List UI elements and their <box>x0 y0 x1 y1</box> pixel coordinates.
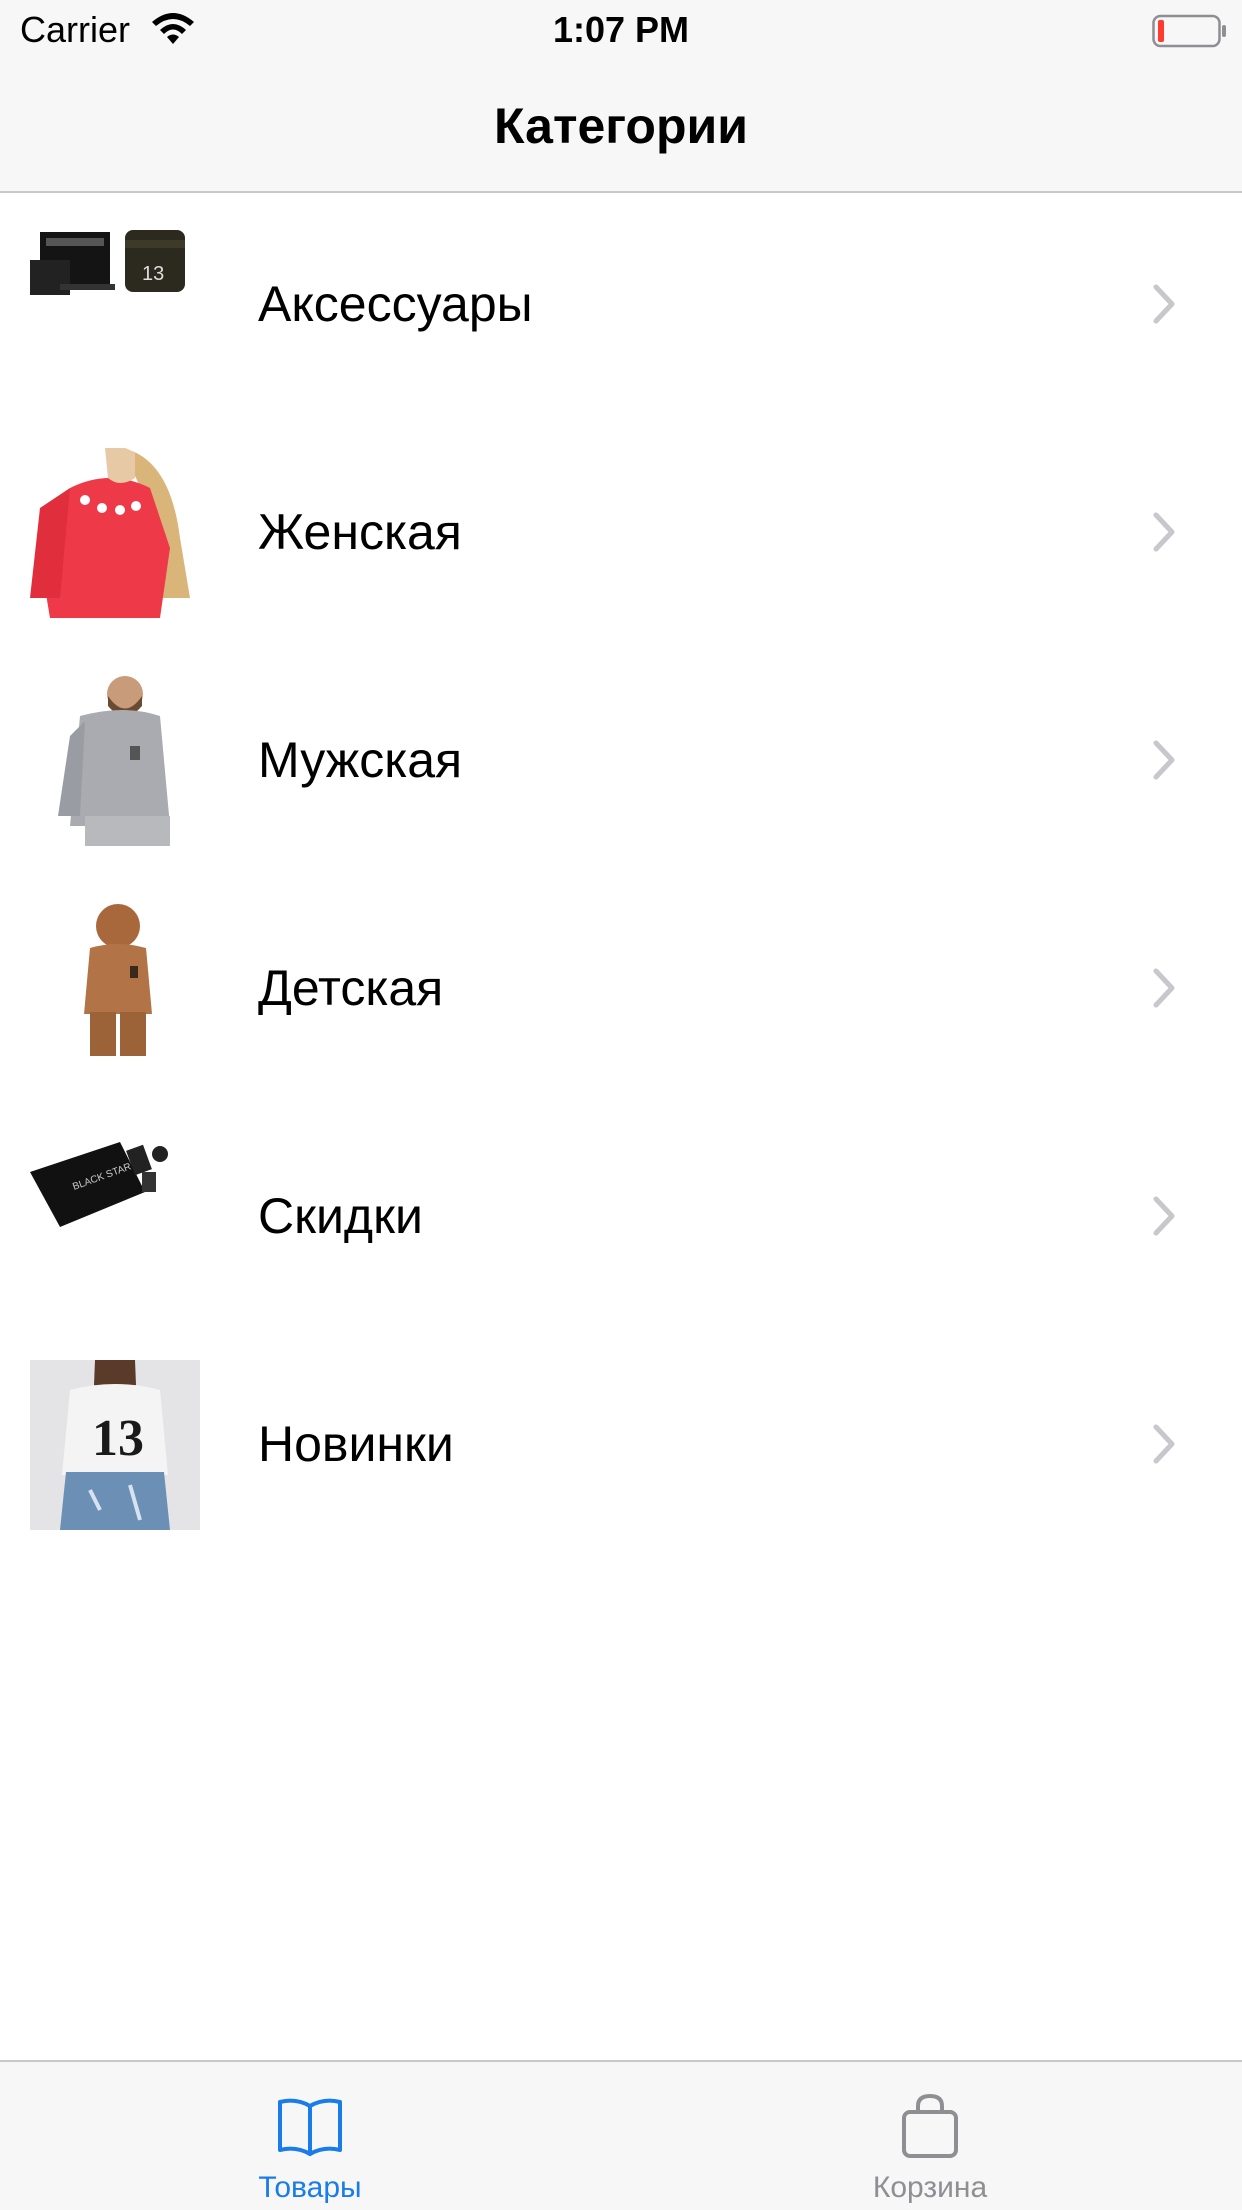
mens-thumbnail <box>30 676 200 846</box>
clock: 1:07 PM <box>552 9 690 50</box>
category-row-mens[interactable]: Мужская <box>0 649 1242 877</box>
chevron-right-icon <box>1153 740 1175 780</box>
book-icon <box>278 2098 342 2156</box>
category-list: 13 Аксессуары Женская Мужская Детская BL… <box>0 193 1242 1561</box>
chevron-right-icon <box>1153 1424 1175 1464</box>
navigation-bar: Категории <box>0 60 1242 193</box>
accessories-thumbnail: 13 <box>30 220 200 390</box>
category-row-accessories[interactable]: 13 Аксессуары <box>0 193 1242 421</box>
status-bar: Carrier 1:07 PM <box>0 0 1242 60</box>
tab-label: Товары <box>258 2171 362 2204</box>
page-title: Категории <box>494 98 748 154</box>
tab-bar: Товары Корзина <box>0 2060 1242 2210</box>
sale-thumbnail: BLACK STAR <box>30 1132 200 1302</box>
bag-icon <box>902 2093 958 2158</box>
svg-text:13: 13 <box>142 263 164 285</box>
battery-low-icon <box>1152 14 1226 48</box>
category-label: Скидки <box>258 1188 423 1244</box>
category-label: Мужская <box>258 732 463 788</box>
category-label: Аксессуары <box>258 276 533 332</box>
category-row-womens[interactable]: Женская <box>0 421 1242 649</box>
category-label: Новинки <box>258 1416 454 1472</box>
kids-thumbnail <box>30 904 200 1074</box>
chevron-right-icon <box>1153 512 1175 552</box>
category-row-kids[interactable]: Детская <box>0 877 1242 1105</box>
tab-cart[interactable]: Корзина <box>780 2090 1080 2206</box>
category-label: Женская <box>258 504 462 560</box>
womens-thumbnail <box>30 448 200 618</box>
chevron-right-icon <box>1153 284 1175 324</box>
tab-products[interactable]: Товары <box>160 2090 460 2206</box>
category-row-new-arrivals[interactable]: 13 Новинки <box>0 1333 1242 1561</box>
svg-text:13: 13 <box>92 1410 144 1467</box>
new-arrivals-thumbnail: 13 <box>30 1360 200 1530</box>
chevron-right-icon <box>1153 968 1175 1008</box>
category-row-sale[interactable]: BLACK STAR Скидки <box>0 1105 1242 1333</box>
category-label: Детская <box>258 960 444 1016</box>
tab-label: Корзина <box>872 2171 988 2204</box>
chevron-right-icon <box>1153 1196 1175 1236</box>
